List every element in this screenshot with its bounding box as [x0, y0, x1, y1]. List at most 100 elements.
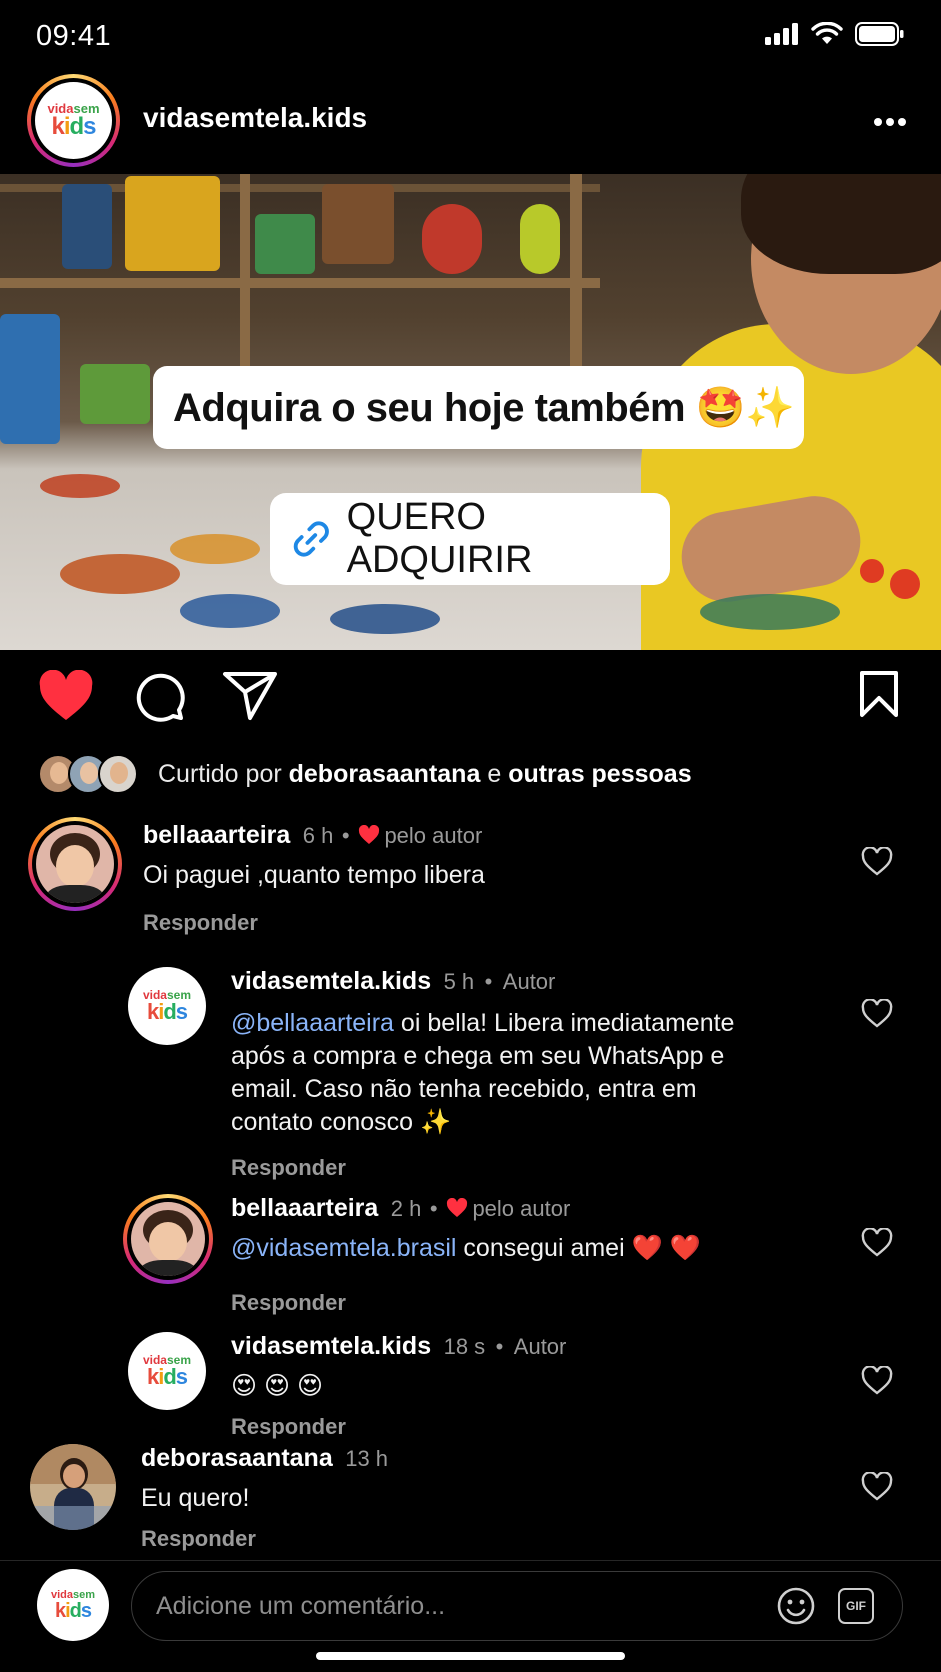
logo-letter: d	[69, 1599, 82, 1622]
comment-line: contato conosco ✨	[231, 1108, 452, 1136]
liked-by-row[interactable]: Curtido por deborasaantana e outras pess…	[38, 750, 692, 798]
liker-avatar	[98, 754, 138, 794]
heart-filled-icon[interactable]	[38, 670, 94, 722]
toy-blue	[0, 314, 60, 444]
toy-books	[62, 184, 112, 269]
logo-letter: s	[175, 999, 188, 1024]
bookmark-icon[interactable]	[859, 670, 899, 718]
paint-splash	[180, 594, 280, 628]
paint-splash	[40, 474, 120, 498]
paint-splash	[60, 554, 180, 594]
emoji-icon[interactable]	[776, 1586, 816, 1626]
comment-time: 18 s	[443, 1334, 486, 1359]
liked-user[interactable]: deborasaantana	[289, 760, 481, 788]
heart-outline-icon[interactable]	[861, 999, 893, 1029]
comment-text: @bellaaarteira oi bella! Libera imediata…	[231, 1007, 751, 1139]
logo-letter: k	[146, 999, 159, 1024]
child-hair	[741, 174, 941, 274]
comment-input-wrapper: GIF	[131, 1571, 903, 1641]
comment-username[interactable]: vidasemtela.kids	[231, 1332, 431, 1360]
logo-letter: k	[54, 1599, 66, 1622]
logo-letter: s	[175, 1364, 188, 1389]
reply-button[interactable]: Responder	[231, 1155, 346, 1181]
commenter-avatar[interactable]: vidasem kids	[128, 1332, 206, 1410]
profile-avatar[interactable]: vidasem kids	[27, 74, 120, 167]
logo-letter: k	[146, 1364, 159, 1389]
comment-item: vidasem kids vidasemtela.kids 18 s • Aut…	[0, 1330, 941, 1440]
comment-text: Oi paguei ,quanto tempo libera	[143, 861, 485, 889]
home-indicator	[316, 1652, 625, 1660]
author-heart-icon	[446, 1197, 468, 1217]
commenter-avatar[interactable]	[30, 1444, 116, 1530]
link-sticker[interactable]: QUERO ADQUIRIR	[270, 493, 670, 585]
comment-time: 5 h	[443, 969, 475, 994]
comment-text: 😍 😍 😍	[231, 1372, 324, 1400]
comment-username[interactable]: vidasemtela.kids	[231, 967, 431, 995]
promo-sticker: Adquira o seu hoje também 🤩✨	[153, 366, 804, 449]
comment-username[interactable]: bellaaarteira	[231, 1194, 378, 1222]
meta-separator: •	[341, 823, 350, 848]
reply-button[interactable]: Responder	[141, 1526, 256, 1552]
meta-separator: •	[495, 1334, 504, 1359]
heart-outline-icon[interactable]	[861, 1228, 893, 1258]
post-header: vidasem kids vidasemtela.kids	[0, 72, 941, 174]
paint-splash	[170, 534, 260, 564]
shelf	[570, 174, 582, 394]
liked-others[interactable]: outras pessoas	[508, 760, 691, 788]
logo-letter: k	[51, 113, 64, 140]
commenter-avatar[interactable]	[123, 1194, 213, 1284]
reply-button[interactable]: Responder	[143, 910, 258, 936]
commenter-avatar[interactable]: vidasem kids	[128, 967, 206, 1045]
mention-link[interactable]: @vidasemtela.brasil	[231, 1234, 456, 1262]
logo-letter: s	[83, 113, 96, 140]
heart-outline-icon[interactable]	[861, 1472, 893, 1502]
brand-logo: vidasem kids	[35, 82, 112, 159]
liked-by-text: Curtido por deborasaantana e outras pess…	[158, 760, 692, 789]
share-icon[interactable]	[222, 670, 278, 722]
signal-icon	[765, 23, 798, 45]
liked-prefix: Curtido por	[158, 759, 282, 788]
paint-splash	[330, 604, 440, 634]
comment-icon[interactable]	[133, 670, 185, 722]
comment-text: @vidasemtela.brasil consegui amei ❤️ ❤️	[231, 1232, 701, 1265]
heart-outline-icon[interactable]	[861, 847, 893, 877]
status-icons	[765, 22, 905, 46]
commenter-avatar[interactable]	[28, 817, 122, 911]
logo-letter: d	[163, 1364, 176, 1389]
reply-button[interactable]: Responder	[231, 1414, 346, 1440]
comment-line: email. Caso não tenha recebido, entra em	[231, 1075, 697, 1103]
author-badge: Autor	[502, 969, 556, 994]
reply-button[interactable]: Responder	[231, 1290, 346, 1316]
logo-letter: d	[69, 113, 85, 140]
comment-time: 6 h	[302, 823, 334, 848]
shelf	[0, 278, 600, 288]
battery-icon	[855, 22, 904, 46]
liked-by-author-label: pelo autor	[384, 823, 483, 848]
header-username[interactable]: vidasemtela.kids	[143, 102, 367, 134]
comment-input[interactable]	[156, 1586, 716, 1626]
gif-button[interactable]: GIF	[838, 1588, 874, 1624]
comment-time: 2 h	[390, 1196, 422, 1221]
toy-bucket	[125, 176, 220, 271]
wifi-icon	[811, 22, 843, 44]
author-heart-icon	[358, 824, 380, 844]
ellipsis-icon[interactable]	[873, 117, 907, 127]
toy-frame	[322, 184, 394, 264]
liked-conj: e	[487, 759, 502, 788]
paint-splash	[890, 569, 920, 599]
link-label: QUERO ADQUIRIR	[346, 496, 533, 581]
toy-green	[255, 214, 315, 274]
mention-link[interactable]: @bellaaarteira	[231, 1009, 394, 1037]
gif-label: GIF	[846, 1599, 866, 1613]
comment-line: após a compra e chega em seu WhatsApp e	[231, 1042, 725, 1070]
liked-by-author-label: pelo autor	[472, 1196, 571, 1221]
comment-username[interactable]: deborasaantana	[141, 1444, 333, 1472]
comment-line: consegui amei ❤️ ❤️	[463, 1234, 701, 1262]
author-badge: Autor	[513, 1334, 567, 1359]
comment-username[interactable]: bellaaarteira	[143, 821, 290, 849]
post-actions	[0, 670, 941, 730]
heart-outline-icon[interactable]	[861, 1366, 893, 1396]
my-avatar[interactable]: vidasem kids	[37, 1569, 109, 1641]
logo-letter: s	[80, 1599, 92, 1622]
paint-splash	[860, 559, 884, 583]
